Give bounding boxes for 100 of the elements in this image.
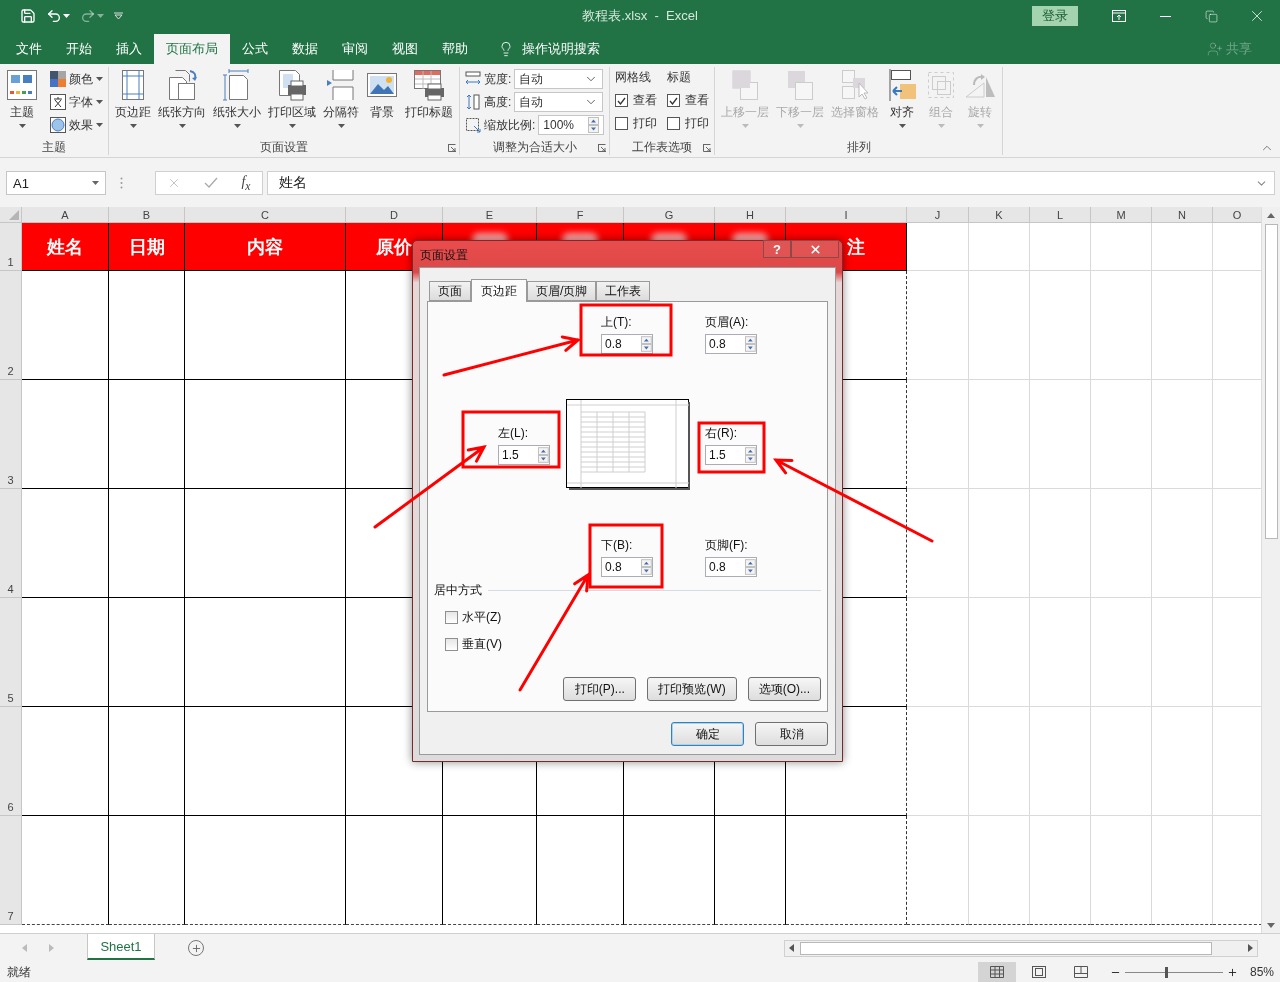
dialog-tab[interactable]: 页眉/页脚 <box>527 281 597 301</box>
scrollbar-thumb[interactable] <box>1264 224 1278 539</box>
column-header[interactable]: D <box>346 207 443 223</box>
row-header[interactable]: 4 <box>0 489 22 598</box>
row-header[interactable]: 2 <box>0 271 22 380</box>
customize-button[interactable] <box>114 12 123 20</box>
checkbox[interactable] <box>445 638 458 651</box>
menu-tab[interactable]: 插入 <box>104 34 154 64</box>
undo-button[interactable] <box>46 8 70 24</box>
column-header[interactable]: G <box>624 207 715 223</box>
column-header[interactable]: E <box>443 207 537 223</box>
insert-function-button[interactable]: f$_{x}$ <box>241 173 251 193</box>
row-header[interactable]: 1 <box>0 223 22 271</box>
dropdown-field[interactable]: 自动 <box>514 69 604 89</box>
caret-icon <box>976 124 984 128</box>
zoom-level[interactable]: 85% <box>1249 965 1274 979</box>
column-header[interactable]: N <box>1152 207 1213 223</box>
dialog-tab[interactable]: 页面 <box>429 281 471 301</box>
menu-tab[interactable]: 文件 <box>4 34 54 64</box>
ribbon-button[interactable]: 纸张大小 <box>212 67 262 128</box>
column-header[interactable]: J <box>907 207 969 223</box>
margin-field[interactable]: 0.8 <box>601 557 653 577</box>
formula-field[interactable]: 姓名 <box>267 171 1275 195</box>
zoom-in-icon[interactable] <box>1226 966 1238 978</box>
row-header[interactable]: 3 <box>0 380 22 489</box>
close-button[interactable] <box>791 240 839 258</box>
ribbon-button[interactable]: 对齐 <box>885 67 920 128</box>
column-header[interactable]: C <box>185 207 346 223</box>
ribbon-button[interactable]: 字体 <box>50 92 103 112</box>
ribbon-button[interactable]: 打印标题 <box>404 67 454 121</box>
checkbox[interactable] <box>445 611 458 624</box>
checkbox[interactable] <box>667 94 681 107</box>
spinner-icon[interactable] <box>538 446 549 463</box>
dialog-tab[interactable]: 工作表 <box>596 281 651 301</box>
menu-tab[interactable]: 帮助 <box>430 34 480 64</box>
checkbox[interactable] <box>667 117 681 130</box>
checkbox[interactable] <box>615 94 629 107</box>
check-icon[interactable] <box>204 177 219 189</box>
margin-field[interactable]: 1.5 <box>498 444 550 465</box>
ok-button[interactable]: 确定 <box>671 722 744 746</box>
column-header[interactable]: H <box>715 207 786 223</box>
dropdown-field[interactable]: 自动 <box>514 92 604 112</box>
scroll-left-icon[interactable] <box>789 944 794 952</box>
menu-tab[interactable]: 公式 <box>230 34 280 64</box>
ribbon-button[interactable]: 打印区域 <box>267 67 317 128</box>
view-button[interactable] <box>977 962 1016 982</box>
scroll-right-icon[interactable] <box>1248 944 1253 952</box>
scrollbar-thumb[interactable] <box>800 941 1212 955</box>
column-header[interactable]: M <box>1091 207 1152 223</box>
column-header[interactable]: K <box>969 207 1030 223</box>
spinner-icon[interactable] <box>745 336 756 352</box>
menu-tab[interactable]: 视图 <box>380 34 430 64</box>
sheet-tab[interactable]: Sheet1 <box>87 934 155 960</box>
ribbon-button[interactable]: 效果 <box>50 115 103 135</box>
login-button[interactable]: 登录 <box>1032 6 1078 26</box>
menu-tab[interactable]: 页面布局 <box>154 34 230 64</box>
column-header[interactable]: B <box>109 207 185 223</box>
menu-tab[interactable]: 审阅 <box>330 34 380 64</box>
ribbon-button[interactable]: 纸张方向 <box>157 67 207 128</box>
ribbon-button[interactable]: 颜色 <box>50 69 103 89</box>
margin-field[interactable]: 0.8 <box>705 334 757 354</box>
row-header[interactable]: 5 <box>0 598 22 707</box>
margin-field[interactable]: 1.5 <box>705 444 757 465</box>
margin-field[interactable]: 0.8 <box>601 334 653 354</box>
row-header[interactable]: 6 <box>0 707 22 816</box>
dialog-tab[interactable]: 页边距 <box>471 279 527 302</box>
column-header[interactable]: L <box>1030 207 1091 223</box>
column-header[interactable]: A <box>22 207 109 223</box>
dialog-button[interactable]: 打印(P)... <box>563 677 637 701</box>
cancel-button[interactable]: 取消 <box>755 722 828 746</box>
zoom-thumb[interactable] <box>1165 966 1169 978</box>
group-label: 调整为合适大小 <box>492 139 577 155</box>
spinner-icon[interactable] <box>745 446 756 463</box>
ribbon-button[interactable]: 页边距 <box>114 67 152 128</box>
column-header[interactable]: O <box>1213 207 1261 223</box>
dialog-launcher-icon[interactable] <box>703 144 712 152</box>
ribbon-button[interactable]: 背景 <box>365 67 399 121</box>
row-header[interactable]: 7 <box>0 816 22 925</box>
name-box[interactable]: A1 <box>6 171 106 195</box>
dialog-button[interactable]: 打印预览(W) <box>647 677 737 701</box>
menu-tab[interactable]: 数据 <box>280 34 330 64</box>
scale-field[interactable]: 100% <box>538 115 605 135</box>
spinner-icon[interactable] <box>745 559 756 575</box>
spinner-icon[interactable] <box>641 559 652 575</box>
column-header[interactable]: I <box>786 207 907 223</box>
ribbon-button[interactable]: 分隔符 <box>322 67 360 128</box>
redo-button[interactable] <box>80 8 104 24</box>
dialog-button[interactable]: 选项(O)... <box>747 677 821 701</box>
tell-me-search[interactable]: 操作说明搜索 <box>492 34 606 64</box>
menu-tab[interactable]: 开始 <box>54 34 104 64</box>
ribbon-button[interactable]: 主题 <box>5 67 39 128</box>
spinner-icon[interactable] <box>641 336 652 352</box>
spinner-icon[interactable] <box>588 117 600 133</box>
margin-field[interactable]: 0.8 <box>705 557 757 577</box>
checkbox[interactable] <box>615 117 629 130</box>
save-button[interactable] <box>20 8 36 24</box>
column-header[interactable]: F <box>537 207 624 223</box>
help-button[interactable]: ? <box>763 240 791 258</box>
dialog-launcher-icon[interactable] <box>448 144 456 152</box>
dialog-launcher-icon[interactable] <box>598 144 607 152</box>
